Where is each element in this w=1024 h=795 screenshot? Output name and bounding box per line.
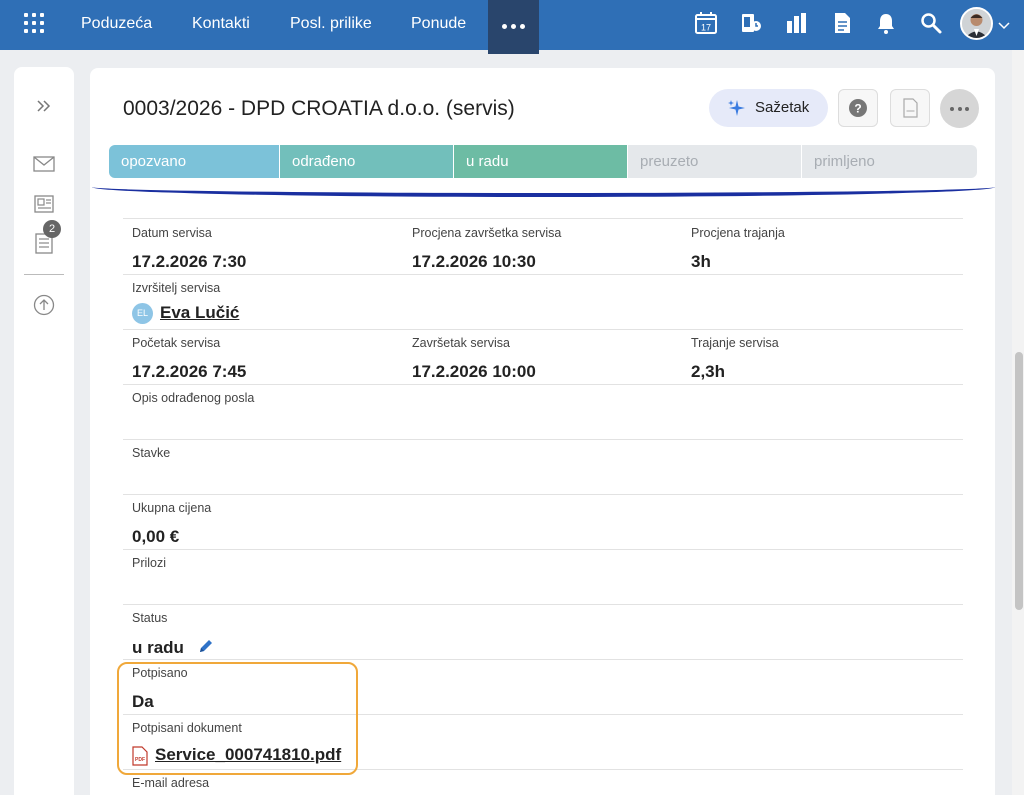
field-value[interactable]: 17.2.2026 7:45 bbox=[132, 362, 246, 382]
stage-preuzeto[interactable]: preuzeto bbox=[628, 145, 801, 178]
news-icon[interactable] bbox=[32, 192, 56, 216]
top-navigation-bar: Poduzeća Kontakti Posl. prilike Ponude 1… bbox=[0, 0, 1024, 54]
stage-primljeno[interactable]: primljeno bbox=[802, 145, 977, 178]
summary-button[interactable]: Sažetak bbox=[709, 89, 828, 127]
nav-item-posl-prilike[interactable]: Posl. prilike bbox=[290, 0, 372, 50]
field-procjena-zavrsetka: Procjena završetka servisa 17.2.2026 10:… bbox=[412, 226, 561, 272]
field-prilozi[interactable]: Prilozi bbox=[132, 556, 166, 570]
field-label: Prilozi bbox=[132, 556, 167, 570]
rail-divider bbox=[24, 274, 64, 275]
field-row: Opis odrađenog posla bbox=[123, 384, 963, 439]
notifications-bell-icon[interactable] bbox=[874, 11, 900, 37]
field-label: Početak servisa bbox=[132, 336, 221, 350]
user-avatar[interactable] bbox=[960, 7, 993, 40]
field-izvrsitelj: Izvršitelj servisa EL Eva Lučić bbox=[132, 281, 239, 325]
field-row: Status u radu bbox=[123, 604, 963, 659]
field-row: Prilozi bbox=[123, 549, 963, 604]
summary-button-label: Sažetak bbox=[755, 99, 810, 116]
field-row: Datum servisa 17.2.2026 7:30 Procjena za… bbox=[123, 218, 963, 274]
pdf-file-icon bbox=[903, 98, 918, 118]
signed-fields-highlight bbox=[117, 662, 358, 775]
header-divider bbox=[92, 186, 995, 197]
nav-more-button[interactable] bbox=[488, 0, 539, 54]
left-rail: 2 bbox=[14, 67, 74, 795]
field-row: Ukupna cijena 0,00 € bbox=[123, 494, 963, 549]
help-button[interactable]: ? bbox=[838, 89, 878, 127]
scrollbar-thumb[interactable] bbox=[1015, 352, 1023, 610]
field-pocetak-servisa: Početak servisa 17.2.2026 7:45 bbox=[132, 336, 246, 382]
field-zavrsetak-servisa: Završetak servisa 17.2.2026 10:00 bbox=[412, 336, 536, 382]
field-label: Procjena trajanja bbox=[691, 226, 785, 240]
expand-chevrons-icon[interactable] bbox=[32, 94, 56, 118]
field-trajanje-servisa: Trajanje servisa 2,3h bbox=[691, 336, 779, 382]
chevron-down-icon[interactable] bbox=[998, 18, 1010, 30]
assignee-link[interactable]: Eva Lučić bbox=[160, 303, 239, 322]
nav-item-kontakti[interactable]: Kontakti bbox=[192, 0, 250, 50]
field-label: Datum servisa bbox=[132, 226, 212, 240]
field-label: Izvršitelj servisa bbox=[132, 281, 221, 295]
field-status: Status u radu bbox=[132, 611, 215, 658]
field-row: Izvršitelj servisa EL Eva Lučić bbox=[123, 274, 963, 329]
field-label: E-mail adresa bbox=[132, 776, 210, 790]
pdf-export-button[interactable] bbox=[890, 89, 930, 127]
assignee-avatar: EL bbox=[132, 303, 153, 325]
more-options-button[interactable] bbox=[940, 89, 979, 128]
search-icon[interactable] bbox=[919, 11, 945, 37]
calendar-icon[interactable]: 17 bbox=[694, 11, 720, 37]
field-label: Procjena završetka servisa bbox=[412, 226, 562, 240]
field-opis-posla[interactable]: Opis odrađenog posla bbox=[132, 391, 254, 405]
reports-chart-icon[interactable] bbox=[785, 11, 811, 37]
field-value[interactable]: 2,3h bbox=[691, 362, 779, 382]
field-label: Opis odrađenog posla bbox=[132, 391, 255, 405]
activities-icon[interactable] bbox=[739, 11, 765, 37]
help-icon: ? bbox=[849, 99, 867, 117]
field-value[interactable]: 17.2.2026 10:30 bbox=[412, 252, 561, 272]
field-procjena-trajanja: Procjena trajanja 3h bbox=[691, 226, 785, 272]
field-row: Stavke bbox=[123, 439, 963, 494]
field-value[interactable]: 3h bbox=[691, 252, 785, 272]
status-value[interactable]: u radu bbox=[132, 638, 184, 657]
field-stavke[interactable]: Stavke bbox=[132, 446, 170, 460]
field-label: Trajanje servisa bbox=[691, 336, 779, 350]
nav-item-ponude[interactable]: Ponude bbox=[411, 0, 466, 50]
edit-pencil-icon[interactable] bbox=[197, 637, 215, 655]
calendar-day-text: 17 bbox=[701, 23, 711, 33]
svg-text:?: ? bbox=[854, 102, 861, 116]
field-value[interactable]: 17.2.2026 7:30 bbox=[132, 252, 246, 272]
field-datum-servisa: Datum servisa 17.2.2026 7:30 bbox=[132, 226, 246, 272]
stage-odradeno[interactable]: odrađeno bbox=[280, 145, 453, 178]
mail-icon[interactable] bbox=[32, 152, 56, 176]
field-label: Stavke bbox=[132, 446, 171, 460]
nav-item-poduzeca[interactable]: Poduzeća bbox=[81, 0, 152, 50]
field-value[interactable]: 0,00 € bbox=[132, 527, 211, 547]
notes-count-badge: 2 bbox=[43, 220, 61, 238]
stage-opozvano[interactable]: opozvano bbox=[109, 145, 279, 178]
field-row: Početak servisa 17.2.2026 7:45 Završetak… bbox=[123, 329, 963, 384]
apps-grid-icon[interactable] bbox=[24, 13, 46, 35]
field-value[interactable]: 17.2.2026 10:00 bbox=[412, 362, 536, 382]
field-label: Završetak servisa bbox=[412, 336, 510, 350]
scroll-to-top-icon[interactable] bbox=[32, 293, 56, 317]
field-email[interactable]: E-mail adresa bbox=[132, 776, 209, 790]
field-label: Ukupna cijena bbox=[132, 501, 212, 515]
record-title: 0003/2026 - DPD CROATIA d.o.o. (servis) bbox=[123, 97, 515, 120]
stage-u-radu[interactable]: u radu bbox=[454, 145, 627, 178]
document-icon[interactable] bbox=[830, 11, 856, 37]
sparkle-icon bbox=[728, 100, 745, 116]
field-ukupna-cijena: Ukupna cijena 0,00 € bbox=[132, 501, 211, 547]
field-label: Status bbox=[132, 611, 168, 625]
record-card: 0003/2026 - DPD CROATIA d.o.o. (servis) … bbox=[90, 68, 995, 795]
